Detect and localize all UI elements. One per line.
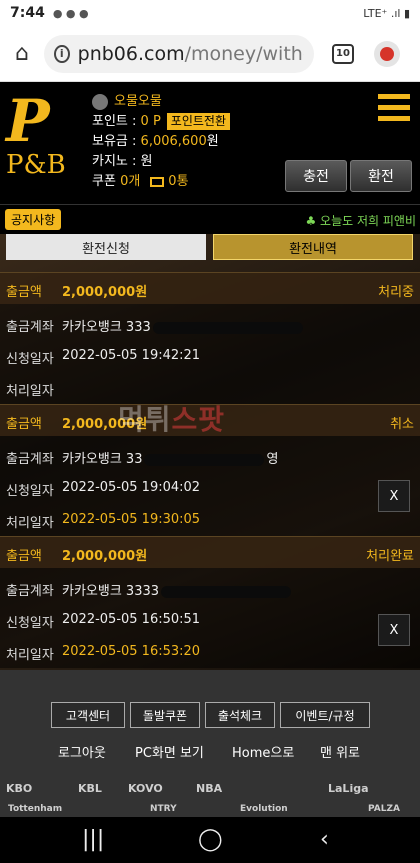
status-badge: 취소	[390, 417, 414, 432]
home-link[interactable]: Home으로	[232, 742, 294, 761]
home-icon[interactable]: ⌂	[0, 41, 44, 66]
status-badge: 처리완료	[366, 549, 414, 564]
request-date-label: 신청일자	[6, 616, 54, 631]
balance-unit: 원	[206, 134, 219, 149]
request-date-value: 2022-05-05 19:42:21	[62, 348, 201, 363]
notice-bar: 공지사항 ♣ 오늘도 저희 피앤비	[0, 204, 420, 234]
watermark: 먹튀스팟	[118, 403, 226, 436]
tab-history[interactable]: 환전내역	[213, 234, 413, 260]
user-info: 오물오물 포인트 : 0 P 포인트전환 보유금 : 6,006,600원 카지노…	[92, 92, 230, 192]
tab-count-button[interactable]: 10	[332, 43, 354, 64]
kbo-logo: KBO	[6, 782, 33, 795]
request-date-value: 2022-05-05 16:50:51	[62, 612, 201, 627]
coupon-label: 쿠폰	[92, 174, 116, 189]
request-date-label: 신청일자	[6, 352, 54, 367]
url-text: pnb06.com/money/withdraw	[78, 43, 304, 65]
record-header: 출금액 2,000,000원 처리완료	[0, 536, 420, 568]
process-date-value: 2022-05-05 16:53:20	[62, 644, 201, 659]
url-bar[interactable]: i pnb06.com/money/withdraw	[44, 34, 314, 73]
process-date-value: 2022-05-05 19:30:05	[62, 512, 201, 527]
points-convert-button[interactable]: 포인트전환	[166, 113, 230, 130]
logout-link[interactable]: 로그아웃	[58, 742, 106, 761]
info-icon[interactable]: i	[54, 44, 70, 63]
site-header: P P&B 오물오물 포인트 : 0 P 포인트전환 보유금 : 6,006,60…	[0, 82, 420, 204]
kovo-logo: KOVO	[128, 782, 163, 795]
subtabs: 환전신청 환전내역	[0, 234, 420, 262]
playstation-logo-icon: P	[6, 87, 50, 155]
status-bar: 7:44 ● ● ● LTE⁺ .ıl ▮	[0, 0, 420, 26]
close-button[interactable]: X	[378, 480, 410, 512]
exchange-button[interactable]: 환전	[350, 160, 412, 192]
site-footer: 고객센터 돌발쿠폰 출석체크 이벤트/규정 로그아웃 PC화면 보기 Home으…	[0, 670, 420, 817]
account-label: 출금계좌	[6, 320, 54, 335]
evolution-logo: Evolution	[240, 804, 288, 814]
account-label: 출금계좌	[6, 452, 54, 467]
attendance-button[interactable]: 출석체크	[205, 702, 275, 728]
partner-logos: KBO KBL KOVO NBA LaLiga Tottenham NTRY E…	[0, 780, 420, 817]
amount-label: 출금액	[6, 285, 42, 300]
nba-logo: NBA	[196, 782, 223, 795]
amount-value: 2,000,000원	[62, 285, 148, 300]
kbl-logo: KBL	[78, 782, 102, 795]
process-date-label: 처리일자	[6, 516, 54, 531]
account-value: 카카오뱅크 33 영	[62, 452, 279, 467]
list-item: 출금액 2,000,000원 처리중 출금계좌 카카오뱅크 333 신청일자 2…	[0, 272, 420, 404]
avatar	[92, 93, 108, 110]
username: 오물오물	[114, 94, 162, 109]
recents-icon[interactable]: |||	[82, 827, 104, 852]
notice-text: ♣ 오늘도 저희 피앤비	[305, 214, 416, 228]
close-button[interactable]: X	[378, 614, 410, 646]
logo-text: P&B	[6, 150, 66, 180]
signal-icon: LTE⁺ .ıl ▮	[363, 6, 410, 20]
points-value: 0 P	[140, 114, 161, 129]
footer-links: 로그아웃 PC화면 보기 Home으로 맨 위로	[0, 742, 420, 761]
browser-toolbar: ⌂ i pnb06.com/money/withdraw 10	[0, 26, 420, 82]
status-badge: 처리중	[378, 285, 414, 300]
tab-request[interactable]: 환전신청	[6, 234, 206, 260]
event-rules-button[interactable]: 이벤트/규정	[280, 702, 370, 728]
palza-logo: PALZA	[368, 804, 400, 814]
laliga-logo: LaLiga	[328, 782, 369, 795]
top-link[interactable]: 맨 위로	[320, 742, 360, 761]
mail-count[interactable]: 0통	[168, 174, 188, 189]
notice-tag[interactable]: 공지사항	[5, 209, 62, 230]
coupon-value[interactable]: 0개	[120, 174, 140, 189]
hamburger-menu-icon[interactable]	[378, 94, 410, 127]
balance-label: 보유금 :	[92, 134, 137, 149]
back-icon[interactable]: ‹	[320, 827, 329, 852]
account-label: 출금계좌	[6, 584, 54, 599]
points-label: 포인트 :	[92, 114, 137, 129]
withdraw-history-panel: 환전신청 환전내역 출금액 2,000,000원 처리중 출금계좌 카카오뱅크 …	[0, 234, 420, 670]
request-date-value: 2022-05-05 19:04:02	[62, 480, 201, 495]
casino-label: 카지노 :	[92, 154, 137, 169]
charge-button[interactable]: 충전	[285, 160, 347, 192]
surprise-coupon-button[interactable]: 돌발쿠폰	[130, 702, 200, 728]
pc-view-link[interactable]: PC화면 보기	[135, 742, 204, 761]
amount-value: 2,000,000원	[62, 549, 148, 564]
amount-label: 출금액	[6, 549, 42, 564]
ntry-logo: NTRY	[150, 804, 177, 814]
home-circle-icon[interactable]: ◯	[198, 827, 223, 852]
process-date-label: 처리일자	[6, 648, 54, 663]
footer-buttons: 고객센터 돌발쿠폰 출석체크 이벤트/규정	[0, 702, 420, 728]
url-path: /money/withdraw	[184, 42, 304, 65]
site-logo[interactable]: P P&B	[6, 92, 80, 192]
account-value: 카카오뱅크 3333	[62, 580, 292, 599]
url-host: pnb06.com	[77, 42, 185, 65]
status-time: 7:44	[10, 5, 45, 21]
customer-center-button[interactable]: 고객센터	[51, 702, 125, 728]
amount-label: 출금액	[6, 417, 42, 432]
record-header: 출금액 2,000,000원 처리중	[0, 272, 420, 304]
balance-value: 6,006,600	[140, 134, 207, 149]
casino-value: 원	[140, 154, 153, 169]
process-date-label: 처리일자	[6, 384, 54, 399]
list-item: 출금액 2,000,000원 처리완료 출금계좌 카카오뱅크 3333 신청일자…	[0, 536, 420, 668]
request-date-label: 신청일자	[6, 484, 54, 499]
tottenham-logo: Tottenham	[8, 804, 63, 814]
account-value: 카카오뱅크 333	[62, 316, 303, 335]
mail-icon[interactable]	[150, 176, 165, 187]
notification-icons: ● ● ●	[52, 6, 89, 20]
android-nav-bar: ||| ◯ ‹	[0, 817, 420, 863]
browser-extension-icon[interactable]	[374, 40, 400, 67]
